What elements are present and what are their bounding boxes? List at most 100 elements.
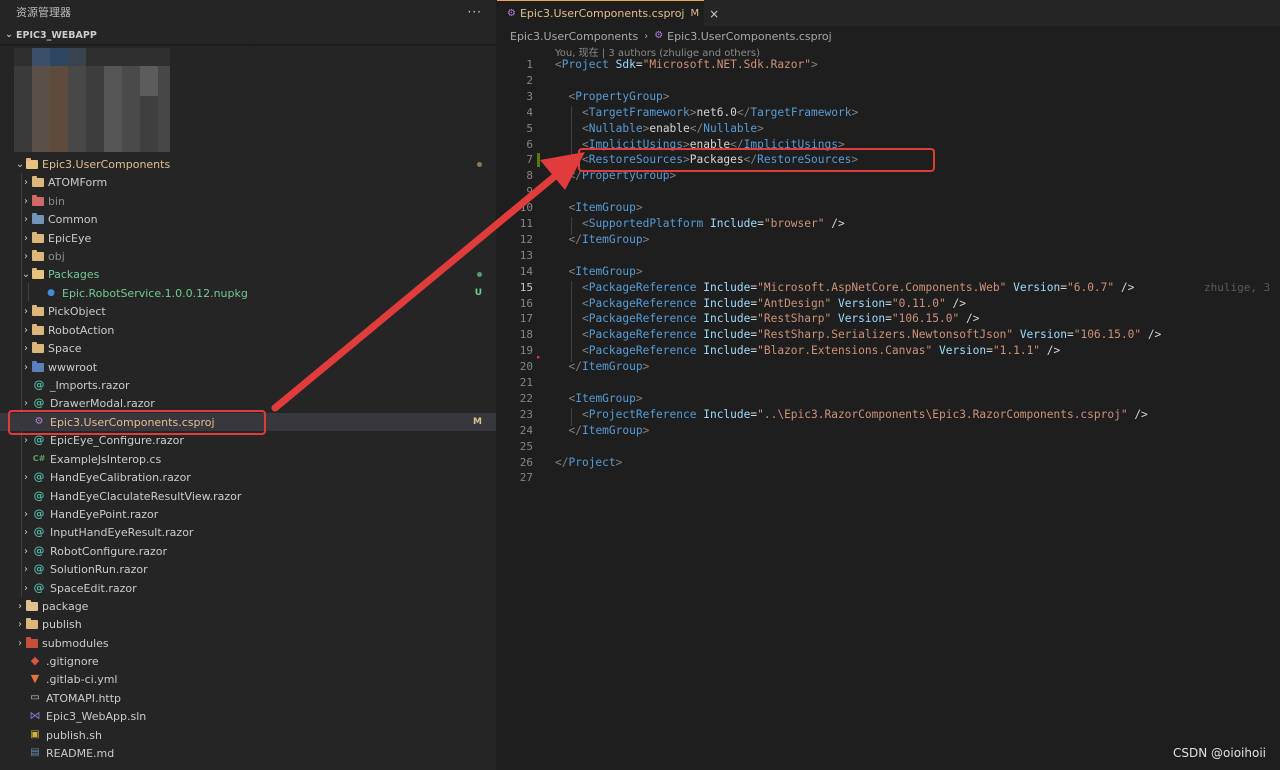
tree-file-readme[interactable]: ▤ README.md [0,744,496,762]
chevron-right-icon: › [24,305,28,317]
chevron-right-icon: › [18,637,22,649]
breadcrumb-file[interactable]: Epic3.UserComponents.csproj [667,30,832,43]
tree-file-examplejsinterop[interactable]: C# ExampleJsInterop.cs [0,450,496,468]
tree-file-handeyepoint[interactable]: › @ HandEyePoint.razor [0,505,496,523]
chevron-right-icon: › [24,250,28,262]
code-line[interactable]: <ItemGroup> [555,265,642,278]
code-line[interactable]: <PackageReference Include="RestSharp.Ser… [555,328,1161,341]
tab-bar: ⚙ Epic3.UserComponents.csproj M × [497,0,1280,26]
code-line[interactable]: <PackageReference Include="RestSharp" Ve… [555,312,979,325]
tree-folder-robotaction[interactable]: › RobotAction [0,321,496,339]
tree-folder-epiceye[interactable]: › EpicEye [0,229,496,247]
code-line[interactable]: <TargetFramework>net6.0</TargetFramework… [555,106,858,119]
tree-folder-bin[interactable]: › bin [0,192,496,210]
code-line[interactable]: <ProjectReference Include="..\Epic3.Razo… [555,408,1148,421]
tree-folder-package[interactable]: › package [0,597,496,615]
tree-file-imports-razor[interactable]: @ _Imports.razor [0,376,496,394]
chevron-right-icon: › [24,526,28,538]
code-line[interactable]: </Project> [555,456,622,469]
tab-csproj[interactable]: ⚙ Epic3.UserComponents.csproj M × [497,0,719,26]
code-line[interactable]: <Nullable>enable</Nullable> [555,122,764,135]
tree-file-solutionrun[interactable]: › @ SolutionRun.razor [0,560,496,578]
razor-file-icon: @ [33,581,45,594]
chevron-right-icon: › [18,618,22,630]
untracked-dot-icon [477,271,482,277]
indent-guide [571,105,572,172]
folder-open-icon [32,267,44,279]
chevron-right-icon: › [24,176,28,188]
tree-item-label: Packages [48,267,100,281]
tree-item-label: HandEyePoint.razor [50,507,159,521]
explorer-title: 资源管理器 [16,6,71,19]
tree-folder-obj[interactable]: › obj [0,247,496,265]
tree-folder-publish[interactable]: › publish [0,615,496,633]
tree-item-label: Common [48,212,98,226]
git-deleted-marker[interactable]: ▸ [537,353,541,361]
tree-folder-packages[interactable]: ⌄ Packages [0,265,496,283]
tree-folder-epic3-usercomponents[interactable]: ⌄ Epic3.UserComponents [0,155,496,173]
tree-folder-wwwroot[interactable]: › wwwroot [0,358,496,376]
code-line[interactable]: <Project Sdk="Microsoft.NET.Sdk.Razor"> [555,58,818,71]
tree-item-label: HandEyeCalibration.razor [50,470,191,484]
modified-badge: M [473,417,482,427]
tree-file-sln[interactable]: ⋈ Epic3_WebApp.sln [0,707,496,725]
code-line[interactable]: <ItemGroup> [555,392,642,405]
razor-file-icon: @ [33,525,45,538]
tree-file-gitlab-ci[interactable]: ▼ .gitlab-ci.yml [0,670,496,688]
more-actions-icon[interactable]: ··· [468,5,482,19]
tree-file-atomapi-http[interactable]: ▭ ATOMAPI.http [0,689,496,707]
line-number: 2 [526,73,533,87]
code-line[interactable]: </ItemGroup> [555,424,649,437]
tree-folder-common[interactable]: › Common [0,210,496,228]
folder-www-icon [32,360,44,372]
tree-item-label: .gitlab-ci.yml [46,672,118,686]
breadcrumb: Epic3.UserComponents › ⚙ Epic3.UserCompo… [510,29,832,43]
tree-file-handeyecalibration[interactable]: › @ HandEyeCalibration.razor [0,468,496,486]
code-line[interactable]: <SupportedPlatform Include="browser" /> [555,217,845,230]
git-icon: ◆ [30,654,40,667]
editor-pane: ⚙ Epic3.UserComponents.csproj M × Epic3.… [497,0,1280,770]
breadcrumb-folder[interactable]: Epic3.UserComponents [510,30,638,43]
git-added-marker[interactable] [537,153,540,168]
code-line[interactable]: <PackageReference Include="Microsoft.Asp… [555,281,1134,294]
line-number: 4 [526,105,533,119]
tree-file-nupkg[interactable]: ● Epic.RobotService.1.0.0.12.nupkg U [0,284,496,302]
tree-item-label: wwwroot [48,360,98,374]
workspace-section-header[interactable]: ⌄ EPIC3_WEBAPP [0,26,496,44]
tree-file-inputhandeyeresult[interactable]: › @ InputHandEyeResult.razor [0,523,496,541]
code-line[interactable]: <PackageReference Include="AntDesign" Ve… [555,297,966,310]
code-line[interactable]: </ItemGroup> [555,233,649,246]
visual-studio-icon: ⋈ [29,709,41,722]
tree-file-publish-sh[interactable]: ▣ publish.sh [0,726,496,744]
tree-folder-space[interactable]: › Space [0,339,496,357]
tree-folder-pickobject[interactable]: › PickObject [0,302,496,320]
code-line[interactable]: </ItemGroup> [555,360,649,373]
tree-file-handeyeclaculateresultview[interactable]: @ HandEyeClaculateResultView.razor [0,487,496,505]
inline-blame: zhulige, 3 [1204,280,1271,294]
folder-icon [26,617,38,629]
tree-file-gitignore[interactable]: ◆ .gitignore [0,652,496,670]
tree-item-label: RobotConfigure.razor [50,544,168,558]
razor-file-icon: @ [33,489,45,502]
codelens-blame[interactable]: You, 现在 | 3 authors (zhulige and others) [555,44,760,59]
line-number: 6 [526,137,533,151]
code-line[interactable]: <ItemGroup> [555,201,642,214]
tree-item-label: Epic3_WebApp.sln [46,709,147,723]
chevron-right-icon: › [24,582,28,594]
chevron-right-icon: › [24,232,28,244]
folder-icon [32,341,44,353]
code-line[interactable]: <PropertyGroup> [555,90,669,103]
tree-folder-submodules[interactable]: › submodules [0,634,496,652]
tree-file-spaceedit[interactable]: › @ SpaceEdit.razor [0,579,496,597]
tree-file-robotconfigure[interactable]: › @ RobotConfigure.razor [0,542,496,560]
chevron-right-icon: › [24,213,28,225]
tree-item-label: ATOMAPI.http [46,691,122,705]
code-line[interactable]: <PackageReference Include="Blazor.Extens… [555,344,1060,357]
tree-item-label: PickObject [48,304,106,318]
chevron-right-icon: › [24,324,28,336]
tree-folder-atomform[interactable]: › ATOMForm [0,173,496,191]
line-number: 13 [519,248,533,262]
line-number: 16 [519,296,533,310]
tree-item-label: _Imports.razor [50,378,130,392]
close-icon[interactable]: × [709,7,719,21]
